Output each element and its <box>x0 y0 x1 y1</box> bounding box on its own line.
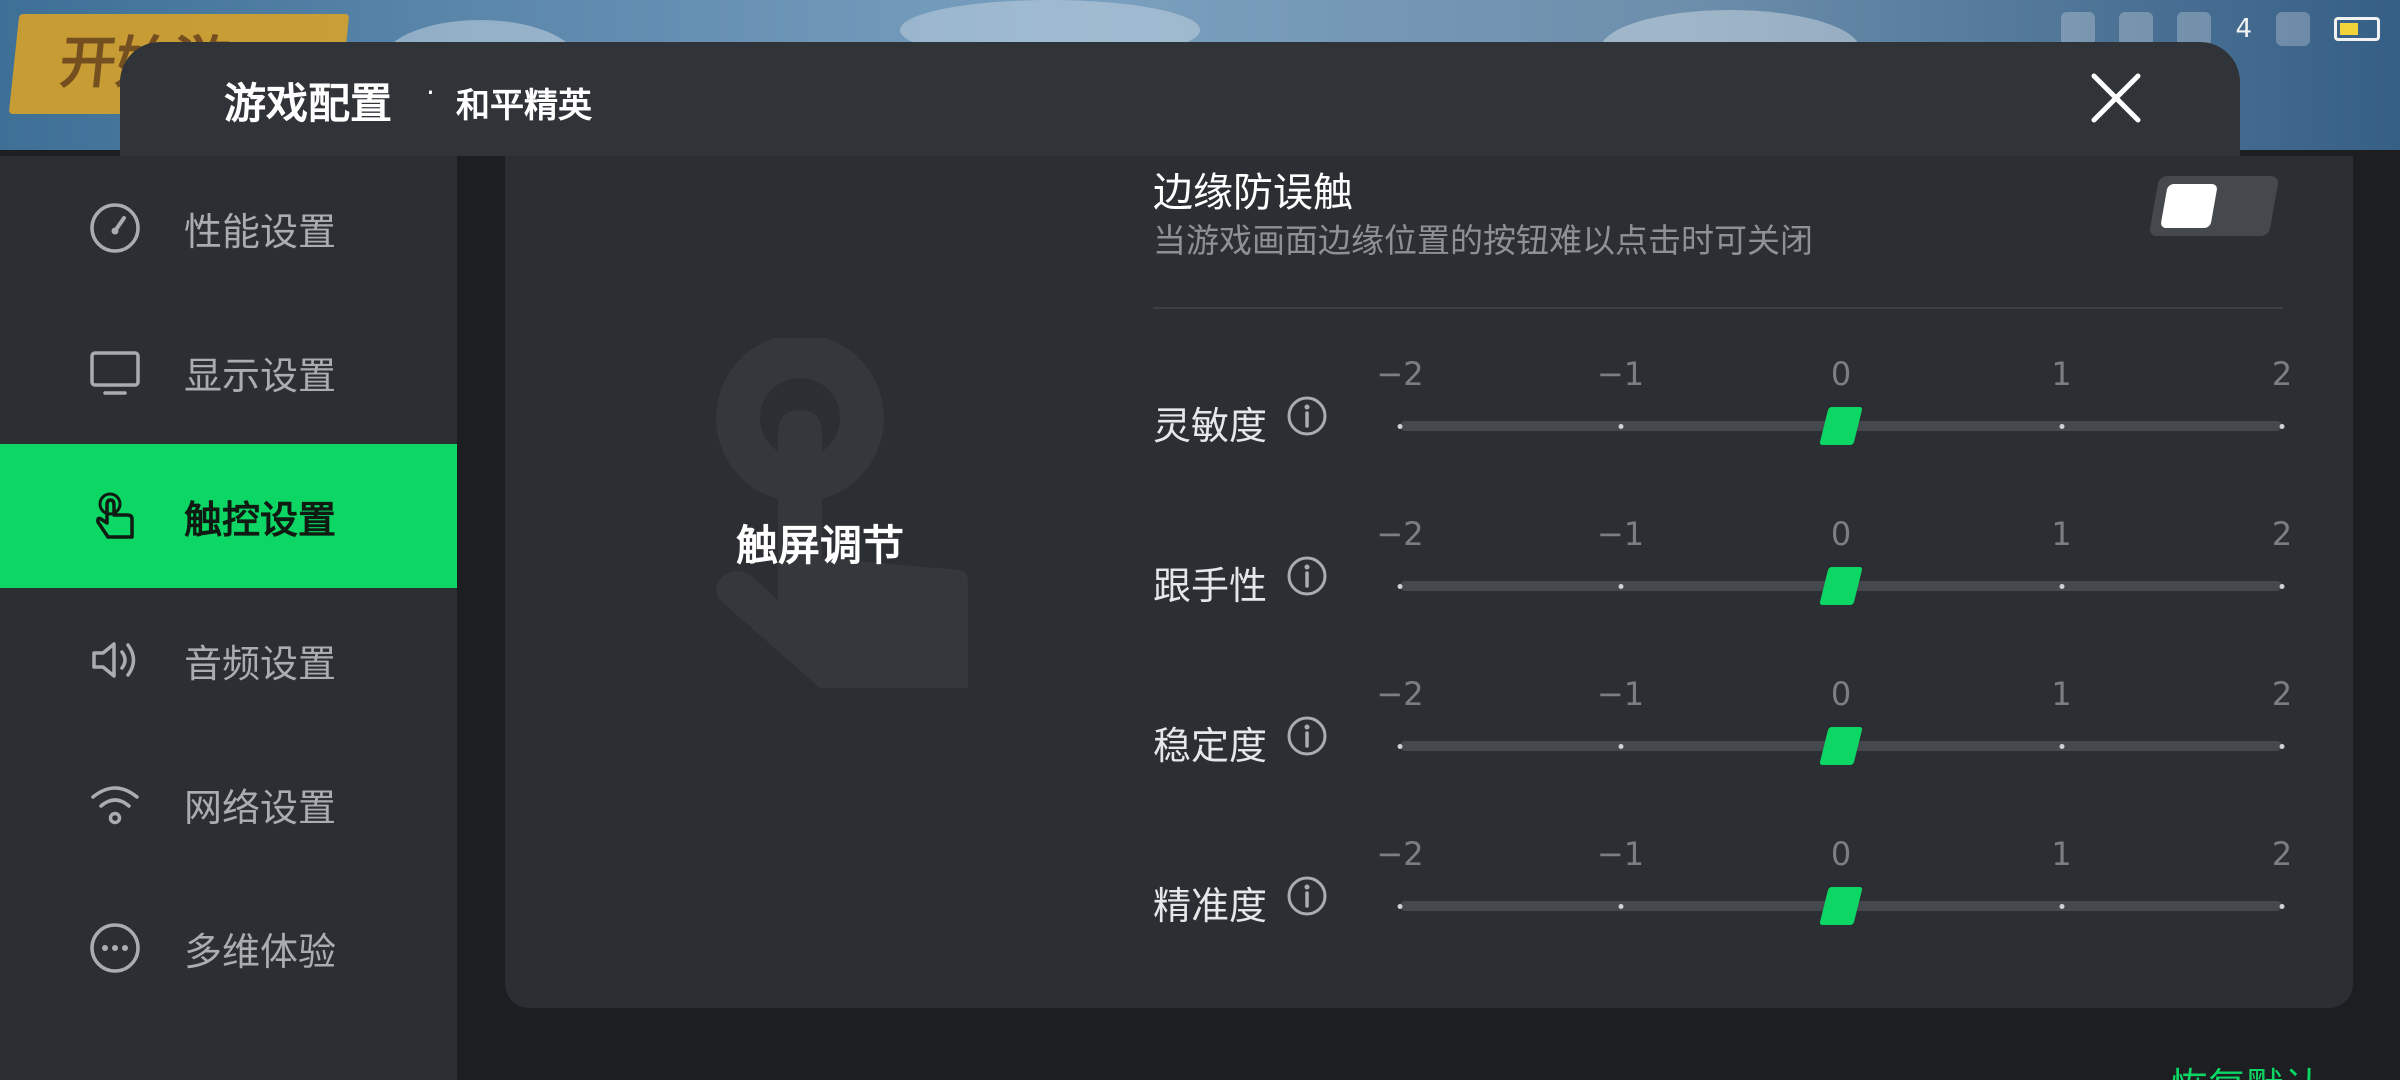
slider-row: 精准度 −2 −1 0 1 2 <box>1153 835 2292 955</box>
sidebar-item-label: 性能设置 <box>184 209 337 254</box>
tick-label: 1 <box>2051 355 2072 393</box>
slider-tick-dot <box>2059 744 2064 749</box>
tick-label: −1 <box>1596 835 1645 873</box>
slider-tick-labels: −2 −1 0 1 2 <box>1376 835 2292 875</box>
tick-label: −2 <box>1376 835 1424 873</box>
slider-tick-labels: −2 −1 0 1 2 <box>1376 515 2292 555</box>
settings-sidebar: 性能设置 显示设置 触控设置 音频设置 网络设置 多维体验 <box>0 156 457 1080</box>
slider-thumb[interactable] <box>1819 727 1863 765</box>
tick-label: 0 <box>1830 355 1852 393</box>
tick-label: 0 <box>1830 675 1852 713</box>
slider-label: 跟手性 <box>1153 564 1268 608</box>
tick-label: −1 <box>1596 355 1645 393</box>
sidebar-item-network[interactable]: 网络设置 <box>0 732 457 876</box>
edge-protection-description: 当游戏画面边缘位置的按钮难以点击时可关闭 <box>1153 221 1813 260</box>
tick-label: −1 <box>1596 515 1645 553</box>
slider-tick-dot <box>1397 584 1403 589</box>
tick-label: 1 <box>2051 675 2072 713</box>
slider-tick-dot <box>1618 424 1623 429</box>
slider-label: 精准度 <box>1153 884 1268 928</box>
slider-row: 灵敏度 −2 −1 0 1 2 <box>1153 355 2292 475</box>
status-count: 4 <box>2235 14 2252 44</box>
game-status-icons: 4 <box>2061 12 2380 46</box>
slider-tick-dot <box>1397 744 1403 749</box>
info-icon[interactable] <box>1286 875 1328 917</box>
restore-default-button[interactable]: 恢复默认 <box>2170 1056 2322 1080</box>
avatar-icon <box>2177 12 2212 46</box>
tick-label: −2 <box>1376 515 1424 553</box>
tick-label: −2 <box>1376 675 1424 713</box>
divider <box>1153 307 2283 309</box>
slider-tick-labels: −2 −1 0 1 2 <box>1376 355 2292 395</box>
slider-tick-dot <box>2059 584 2064 589</box>
sidebar-item-performance[interactable]: 性能设置 <box>0 156 457 300</box>
game-name: 和平精英 <box>456 86 592 126</box>
info-icon[interactable] <box>1286 555 1328 597</box>
slider-thumb[interactable] <box>1819 887 1863 925</box>
slider-tick-dot <box>2279 424 2285 429</box>
info-icon[interactable] <box>1286 395 1328 437</box>
touch-hand-icon <box>96 492 134 539</box>
tick-label: −1 <box>1596 675 1645 713</box>
tick-label: 2 <box>2271 355 2293 393</box>
sidebar-item-label: 网络设置 <box>184 785 337 830</box>
edge-protection-toggle[interactable] <box>2148 176 2280 236</box>
dialog-header <box>120 42 2240 156</box>
slider-thumb[interactable] <box>1819 407 1863 445</box>
slider-tick-dot <box>2059 424 2064 429</box>
tick-label: −2 <box>1376 355 1424 393</box>
slider-tick-dot <box>2279 584 2285 589</box>
slider-tick-labels: −2 −1 0 1 2 <box>1376 675 2292 715</box>
slider-row: 稳定度 −2 −1 0 1 2 <box>1153 675 2292 795</box>
close-button[interactable] <box>2086 68 2146 128</box>
slider-thumb[interactable] <box>1819 567 1863 605</box>
dialog-title: 游戏配置 <box>224 79 393 128</box>
battery-icon <box>2334 17 2380 41</box>
sidebar-item-label: 显示设置 <box>184 353 337 398</box>
slider-tick-dot <box>1397 424 1403 429</box>
slider-label: 灵敏度 <box>1153 404 1268 448</box>
gift-icon <box>2061 12 2096 46</box>
tick-label: 0 <box>1830 835 1852 873</box>
toggle-knob <box>2160 184 2218 228</box>
slider-tick-dot <box>2279 904 2285 909</box>
title-separator: · <box>426 76 435 109</box>
tick-label: 2 <box>2271 835 2293 873</box>
slider-tick-dot <box>1618 584 1623 589</box>
sidebar-item-audio[interactable]: 音频设置 <box>0 588 457 732</box>
section-title: 触屏调节 <box>736 521 905 570</box>
sidebar-item-multidimensional[interactable]: 多维体验 <box>0 876 457 1020</box>
edge-protection-title: 边缘防误触 <box>1153 170 1353 216</box>
slider-row: 跟手性 −2 −1 0 1 2 <box>1153 515 2292 635</box>
speedometer-icon <box>90 203 140 253</box>
slider-tick-dot <box>1618 744 1623 749</box>
close-icon <box>2091 73 2141 123</box>
slider-tick-dot <box>1397 904 1403 909</box>
crown-icon <box>2119 12 2154 46</box>
speaker-icon <box>92 642 136 678</box>
wifi-icon <box>91 786 139 825</box>
monitor-icon <box>90 351 140 395</box>
sidebar-item-touch[interactable]: 触控设置 <box>0 444 457 588</box>
sidebar-item-label: 音频设置 <box>184 641 337 686</box>
tick-label: 1 <box>2051 835 2072 873</box>
slider-label: 稳定度 <box>1153 724 1268 768</box>
add-icon <box>2276 12 2310 46</box>
info-icon[interactable] <box>1286 715 1328 757</box>
more-dots-icon <box>90 923 140 973</box>
tick-label: 2 <box>2271 675 2293 713</box>
slider-tick-dot <box>2279 744 2285 749</box>
sidebar-item-label: 多维体验 <box>184 929 337 974</box>
sidebar-item-display[interactable]: 显示设置 <box>0 300 457 444</box>
slider-tick-dot <box>2059 904 2064 909</box>
sidebar-item-label: 触控设置 <box>184 497 337 542</box>
tick-label: 1 <box>2051 515 2072 553</box>
slider-tick-dot <box>1618 904 1623 909</box>
tick-label: 0 <box>1830 515 1852 553</box>
tick-label: 2 <box>2271 515 2293 553</box>
